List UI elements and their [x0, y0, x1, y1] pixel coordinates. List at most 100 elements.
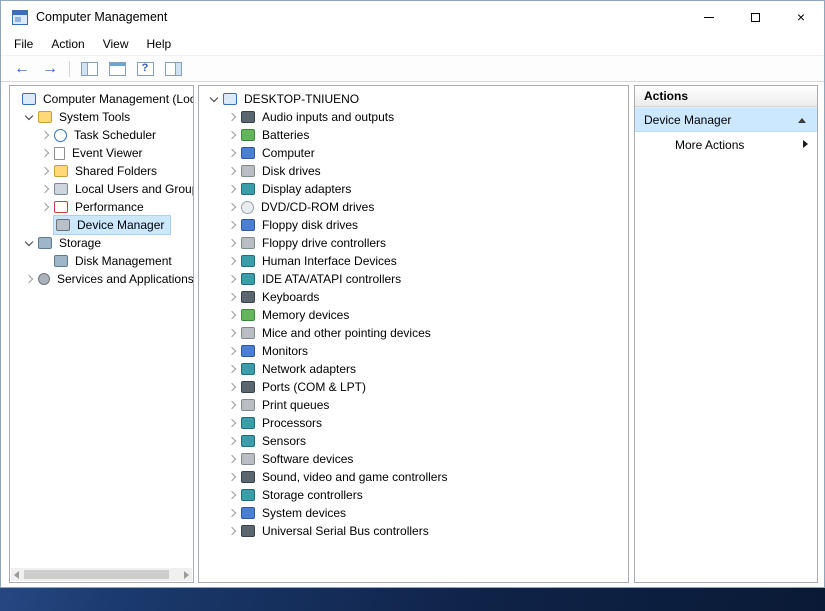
- device-category-system-devices[interactable]: System devices: [199, 504, 628, 522]
- chevron-right-icon[interactable]: [36, 127, 54, 143]
- chevron-right-icon[interactable]: [36, 163, 54, 179]
- chevron-down-icon[interactable]: [205, 91, 223, 107]
- main-content: Computer Management (Local System Tools …: [1, 83, 824, 583]
- device-tree-root[interactable]: DESKTOP-TNIUENO: [199, 90, 628, 108]
- battery-icon: [241, 129, 255, 141]
- help-button[interactable]: ?: [132, 57, 158, 80]
- network-adapter-icon: [241, 363, 255, 375]
- chevron-right-icon[interactable]: [223, 433, 241, 449]
- menu-action[interactable]: Action: [42, 34, 93, 54]
- audio-icon: [241, 111, 255, 123]
- tree-item-system-tools[interactable]: System Tools: [10, 108, 193, 126]
- tree-item-storage[interactable]: Storage: [10, 234, 193, 252]
- device-category-sensors[interactable]: Sensors: [199, 432, 628, 450]
- chevron-right-icon[interactable]: [223, 109, 241, 125]
- device-category-storage-controllers[interactable]: Storage controllers: [199, 486, 628, 504]
- chevron-right-icon[interactable]: [36, 145, 54, 161]
- chevron-right-icon[interactable]: [223, 415, 241, 431]
- horizontal-scrollbar[interactable]: [11, 568, 192, 581]
- disk-management-icon: [54, 255, 68, 267]
- device-category-print-queues[interactable]: Print queues: [199, 396, 628, 414]
- chevron-down-icon[interactable]: [20, 109, 38, 125]
- device-category-hid[interactable]: Human Interface Devices: [199, 252, 628, 270]
- device-category-ports[interactable]: Ports (COM & LPT): [199, 378, 628, 396]
- chevron-right-icon[interactable]: [223, 163, 241, 179]
- selected-tree-item: Device Manager: [54, 216, 170, 234]
- tree-item-device-manager[interactable]: Device Manager: [10, 216, 193, 234]
- show-console-tree-button[interactable]: [76, 57, 102, 80]
- collapse-up-icon[interactable]: [798, 118, 806, 123]
- scroll-right-arrow-icon[interactable]: [184, 571, 189, 579]
- tree-item-services-applications[interactable]: Services and Applications: [10, 270, 193, 288]
- tree-item-local-users-groups[interactable]: Local Users and Groups: [10, 180, 193, 198]
- device-category-software-devices[interactable]: Software devices: [199, 450, 628, 468]
- chevron-right-icon[interactable]: [223, 217, 241, 233]
- window-title: Computer Management: [36, 10, 686, 24]
- tree-item-disk-management[interactable]: Disk Management: [10, 252, 193, 270]
- chevron-right-icon[interactable]: [223, 505, 241, 521]
- chevron-right-icon[interactable]: [223, 289, 241, 305]
- chevron-right-icon[interactable]: [223, 487, 241, 503]
- chevron-right-icon[interactable]: [223, 379, 241, 395]
- device-category-disk-drives[interactable]: Disk drives: [199, 162, 628, 180]
- chevron-right-icon[interactable]: [223, 235, 241, 251]
- device-category-ide[interactable]: IDE ATA/ATAPI controllers: [199, 270, 628, 288]
- actions-more-actions[interactable]: More Actions: [635, 132, 817, 157]
- menu-view[interactable]: View: [94, 34, 138, 54]
- chevron-right-icon[interactable]: [223, 199, 241, 215]
- maximize-button[interactable]: [732, 1, 778, 33]
- tree-item-computer-management[interactable]: Computer Management (Local: [10, 90, 193, 108]
- device-category-batteries[interactable]: Batteries: [199, 126, 628, 144]
- chevron-right-icon[interactable]: [223, 181, 241, 197]
- minimize-button[interactable]: [686, 1, 732, 33]
- close-button[interactable]: ×: [778, 1, 824, 33]
- chevron-right-icon[interactable]: [223, 253, 241, 269]
- floppy-controller-icon: [241, 237, 255, 249]
- device-category-computer[interactable]: Computer: [199, 144, 628, 162]
- device-category-keyboards[interactable]: Keyboards: [199, 288, 628, 306]
- tree-item-shared-folders[interactable]: Shared Folders: [10, 162, 193, 180]
- chevron-right-icon[interactable]: [36, 199, 54, 215]
- tree-item-performance[interactable]: Performance: [10, 198, 193, 216]
- device-category-memory[interactable]: Memory devices: [199, 306, 628, 324]
- chevron-right-icon[interactable]: [20, 271, 38, 287]
- chevron-right-icon[interactable]: [223, 145, 241, 161]
- actions-device-manager[interactable]: Device Manager: [635, 107, 817, 132]
- forward-button[interactable]: →: [37, 57, 63, 80]
- toolbar-separator: [69, 61, 70, 77]
- scrollbar-thumb[interactable]: [24, 570, 169, 579]
- chevron-right-icon[interactable]: [223, 469, 241, 485]
- properties-button[interactable]: [104, 57, 130, 80]
- device-category-network[interactable]: Network adapters: [199, 360, 628, 378]
- device-category-dvd[interactable]: DVD/CD-ROM drives: [199, 198, 628, 216]
- chevron-right-icon[interactable]: [223, 451, 241, 467]
- device-category-floppy-disk[interactable]: Floppy disk drives: [199, 216, 628, 234]
- device-category-audio[interactable]: Audio inputs and outputs: [199, 108, 628, 126]
- chevron-right-icon[interactable]: [36, 181, 54, 197]
- device-category-sound[interactable]: Sound, video and game controllers: [199, 468, 628, 486]
- device-category-usb[interactable]: Universal Serial Bus controllers: [199, 522, 628, 540]
- back-button[interactable]: ←: [9, 57, 35, 80]
- chevron-right-icon[interactable]: [223, 271, 241, 287]
- hid-icon: [241, 255, 255, 267]
- chevron-right-icon[interactable]: [223, 343, 241, 359]
- scroll-left-arrow-icon[interactable]: [14, 571, 19, 579]
- menu-file[interactable]: File: [5, 34, 42, 54]
- chevron-right-icon[interactable]: [223, 307, 241, 323]
- device-category-monitors[interactable]: Monitors: [199, 342, 628, 360]
- show-action-pane-button[interactable]: [160, 57, 186, 80]
- device-category-floppy-controllers[interactable]: Floppy drive controllers: [199, 234, 628, 252]
- menu-help[interactable]: Help: [138, 34, 181, 54]
- chevron-right-icon[interactable]: [223, 397, 241, 413]
- chevron-down-icon[interactable]: [20, 235, 38, 251]
- device-category-display-adapters[interactable]: Display adapters: [199, 180, 628, 198]
- tree-item-event-viewer[interactable]: Event Viewer: [10, 144, 193, 162]
- chevron-right-icon[interactable]: [223, 361, 241, 377]
- chevron-right-icon[interactable]: [223, 325, 241, 341]
- device-category-processors[interactable]: Processors: [199, 414, 628, 432]
- sound-icon: [241, 471, 255, 483]
- chevron-right-icon[interactable]: [223, 127, 241, 143]
- device-category-mice[interactable]: Mice and other pointing devices: [199, 324, 628, 342]
- chevron-right-icon[interactable]: [223, 523, 241, 539]
- tree-item-task-scheduler[interactable]: Task Scheduler: [10, 126, 193, 144]
